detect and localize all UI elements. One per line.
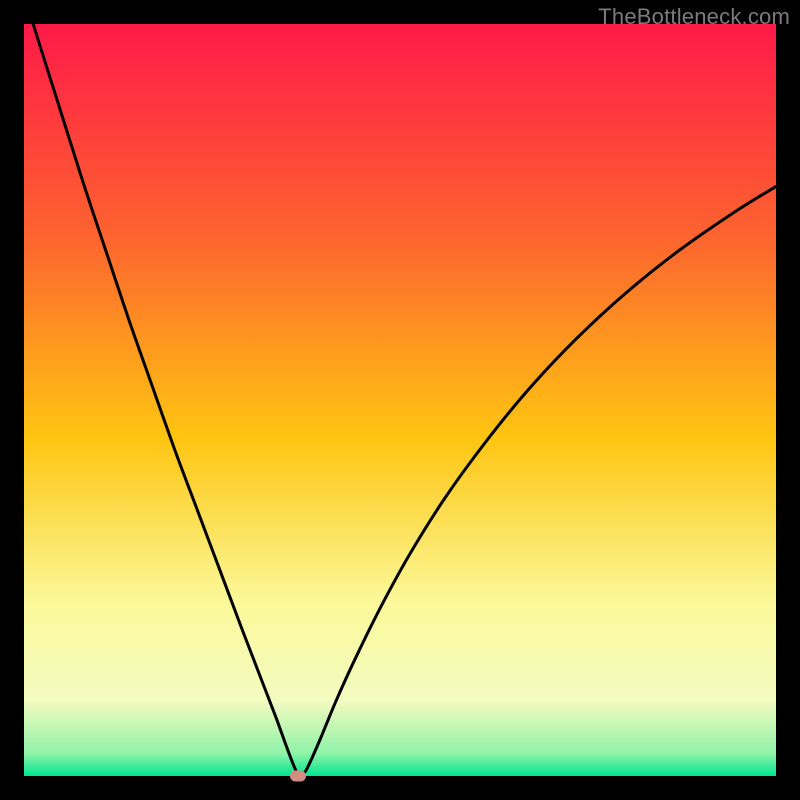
gradient-background xyxy=(24,24,776,776)
watermark-text: TheBottleneck.com xyxy=(598,4,790,30)
optimal-point-marker xyxy=(290,771,306,782)
bottleneck-chart xyxy=(24,24,776,776)
chart-frame xyxy=(24,24,776,776)
